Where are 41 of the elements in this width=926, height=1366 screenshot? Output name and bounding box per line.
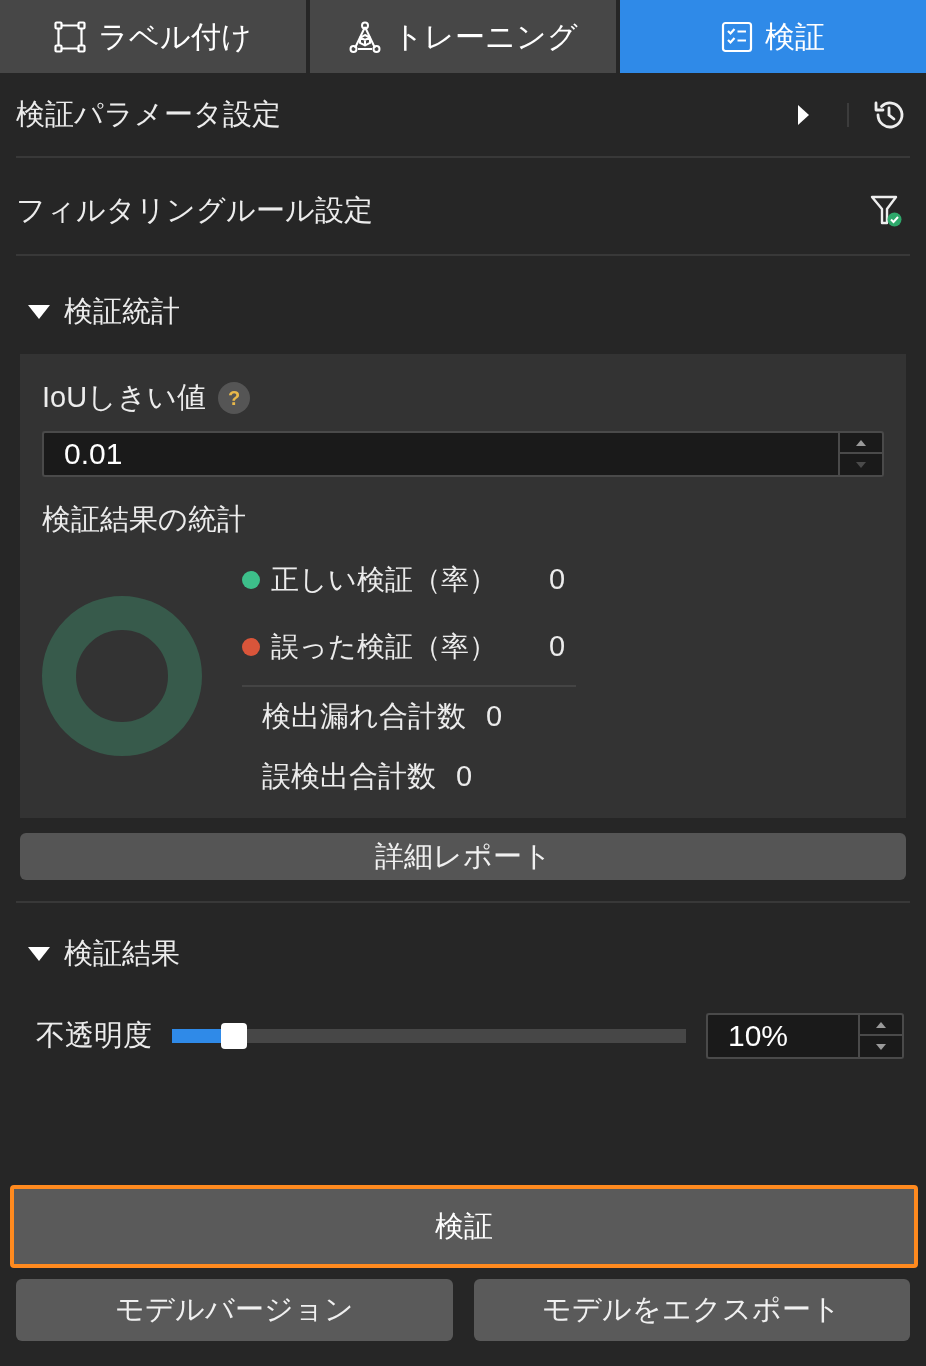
tab[interactable]: トレーニング xyxy=(310,0,616,73)
total-value: 0 xyxy=(456,759,473,795)
action-button[interactable]: モデルをエクスポート xyxy=(473,1279,910,1341)
help-icon[interactable]: ? xyxy=(218,382,251,414)
number-input-field[interactable]: 10% xyxy=(706,1013,858,1059)
caret-down-icon xyxy=(856,461,866,468)
stats-title: 検証結果の統計 xyxy=(42,502,247,538)
triangle-nodes-icon xyxy=(348,20,381,53)
legend-value: 0 xyxy=(549,629,566,665)
total-value: 0 xyxy=(486,699,503,735)
decrement-button[interactable] xyxy=(858,1036,904,1059)
slider-thumb[interactable] xyxy=(221,1023,248,1049)
number-input-field[interactable]: 0.01 xyxy=(42,431,838,477)
section-header[interactable]: 検証結果 xyxy=(16,932,180,976)
report-button[interactable]: 詳細レポート xyxy=(20,833,906,880)
field-label: IoUしきい値 xyxy=(42,380,207,416)
caret-up-icon xyxy=(856,439,866,446)
settings-title[interactable]: 検証パラメータ設定 xyxy=(16,92,281,137)
caret-down-icon xyxy=(876,1043,886,1050)
increment-button[interactable] xyxy=(838,431,884,454)
legend-label: 誤った検証（率） xyxy=(271,630,498,664)
total-label: 検出漏れ合計数 xyxy=(262,699,466,735)
settings-title[interactable]: フィルタリングルール設定 xyxy=(16,189,373,233)
checklist-icon xyxy=(721,20,753,53)
verify-button[interactable]: 検証 xyxy=(10,1185,918,1268)
tab[interactable]: ラベル付け xyxy=(0,0,306,73)
legend-value: 0 xyxy=(549,562,566,598)
total-label: 誤検出合計数 xyxy=(262,759,436,795)
section-header[interactable]: 検証統計 xyxy=(16,290,180,334)
caret-down-icon xyxy=(28,947,50,961)
increment-button[interactable] xyxy=(858,1013,904,1036)
filter-check-icon[interactable] xyxy=(870,195,902,227)
caret-up-icon xyxy=(876,1021,886,1028)
legend-label: 正しい検証（率） xyxy=(271,563,498,597)
bounding-box-icon xyxy=(54,20,86,53)
caret-down-icon xyxy=(28,305,50,319)
tab[interactable]: 検証 xyxy=(620,0,926,73)
opacity-slider[interactable] xyxy=(172,1023,686,1049)
action-button[interactable]: モデルバージョン xyxy=(16,1279,453,1341)
opacity-label: 不透明度 xyxy=(36,1018,152,1054)
play-icon[interactable] xyxy=(797,103,810,126)
